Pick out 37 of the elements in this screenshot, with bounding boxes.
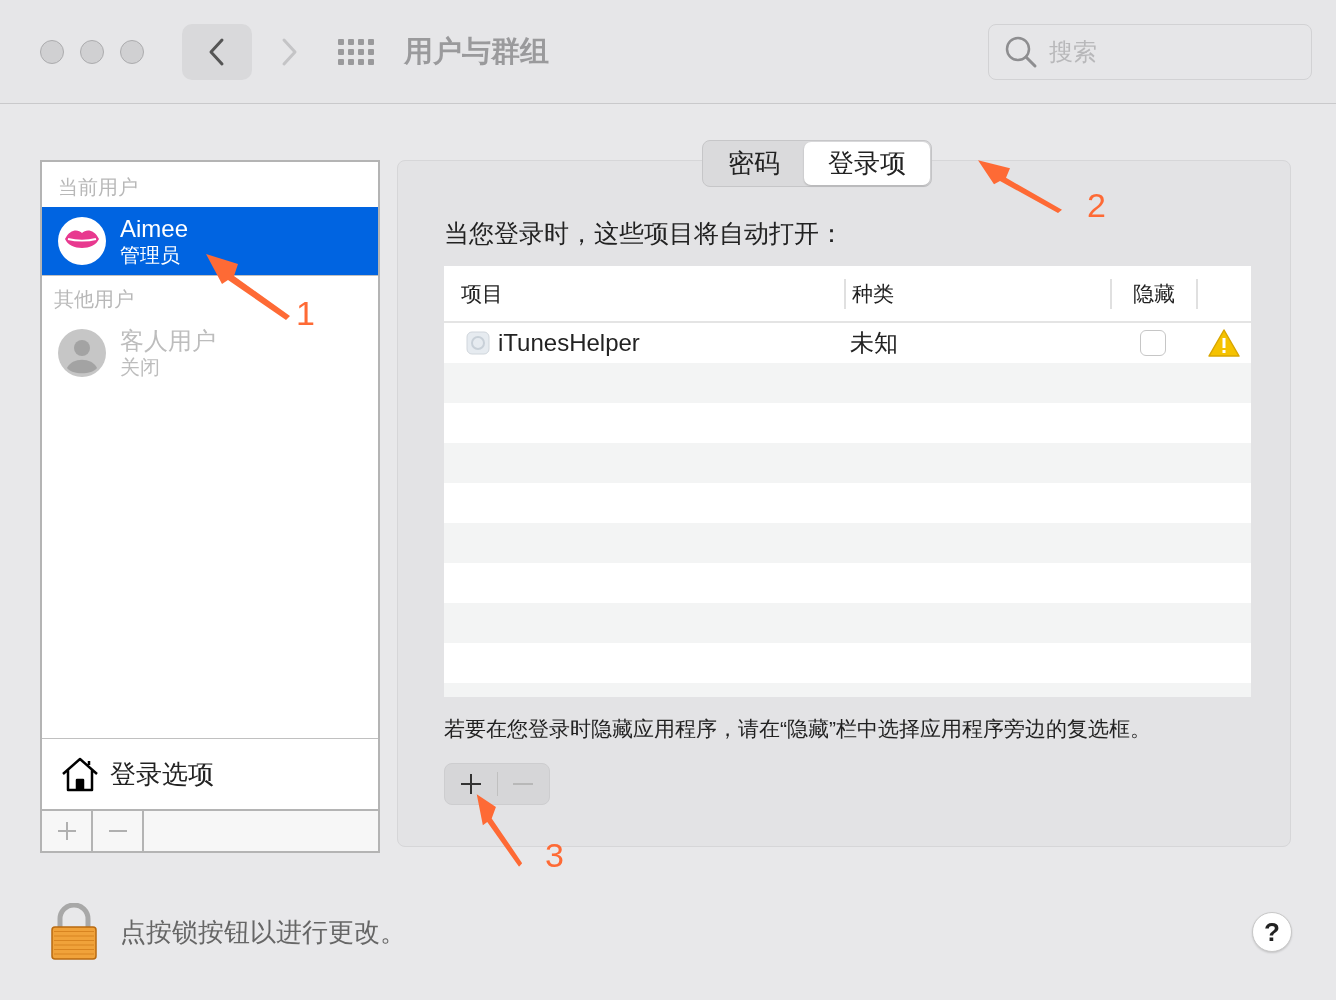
padlock-icon[interactable] [50,903,98,961]
tab[interactable]: 登录项 [804,142,930,185]
window-title: 用户与群组 [404,33,549,69]
section-header: 当前用户 [57,175,139,200]
column-header[interactable]: 项目 [444,278,844,309]
house-icon [60,756,100,792]
annotation-number: 3 [545,836,564,875]
annotation-number: 1 [296,294,315,333]
plus-icon [459,773,482,795]
minus-icon [107,830,128,832]
minus-icon [512,783,535,785]
search-icon [1004,34,1038,69]
intro-text: 当您登录时，这些项目将自动打开： [444,218,845,249]
hide-checkbox[interactable] [1140,330,1166,356]
item-type: 未知 [849,328,899,358]
help-button[interactable]: ? [1252,912,1292,952]
annotation-number: 2 [1087,186,1106,225]
tab[interactable]: 密码 [704,142,804,185]
user-silhouette-icon [58,329,106,377]
hint-text: 若要在您登录时隐藏应用程序，请在“隐藏”栏中选择应用程序旁边的复选框。 [444,716,1152,742]
zoom-button[interactable] [120,39,144,64]
lock-message: 点按锁按钮以进行更改。 [120,915,406,949]
user-name: Aimee [120,214,189,244]
user-role: 关闭 [120,355,161,380]
column-header[interactable]: 种类 [844,278,1110,309]
close-button[interactable] [40,39,64,64]
column-header[interactable]: 隐藏 [1110,278,1196,309]
user-name: 客人用户 [120,326,216,356]
user-list-item[interactable]: Aimee 管理员 [42,207,378,275]
lips-avatar-icon [58,217,106,265]
minimize-button[interactable] [80,39,104,64]
back-button[interactable] [182,23,252,80]
app-icon [466,331,490,355]
grid-icon[interactable] [338,38,376,65]
user-role: 管理员 [120,243,181,268]
plus-icon [56,821,77,841]
item-name: iTunesHelper [498,329,640,357]
